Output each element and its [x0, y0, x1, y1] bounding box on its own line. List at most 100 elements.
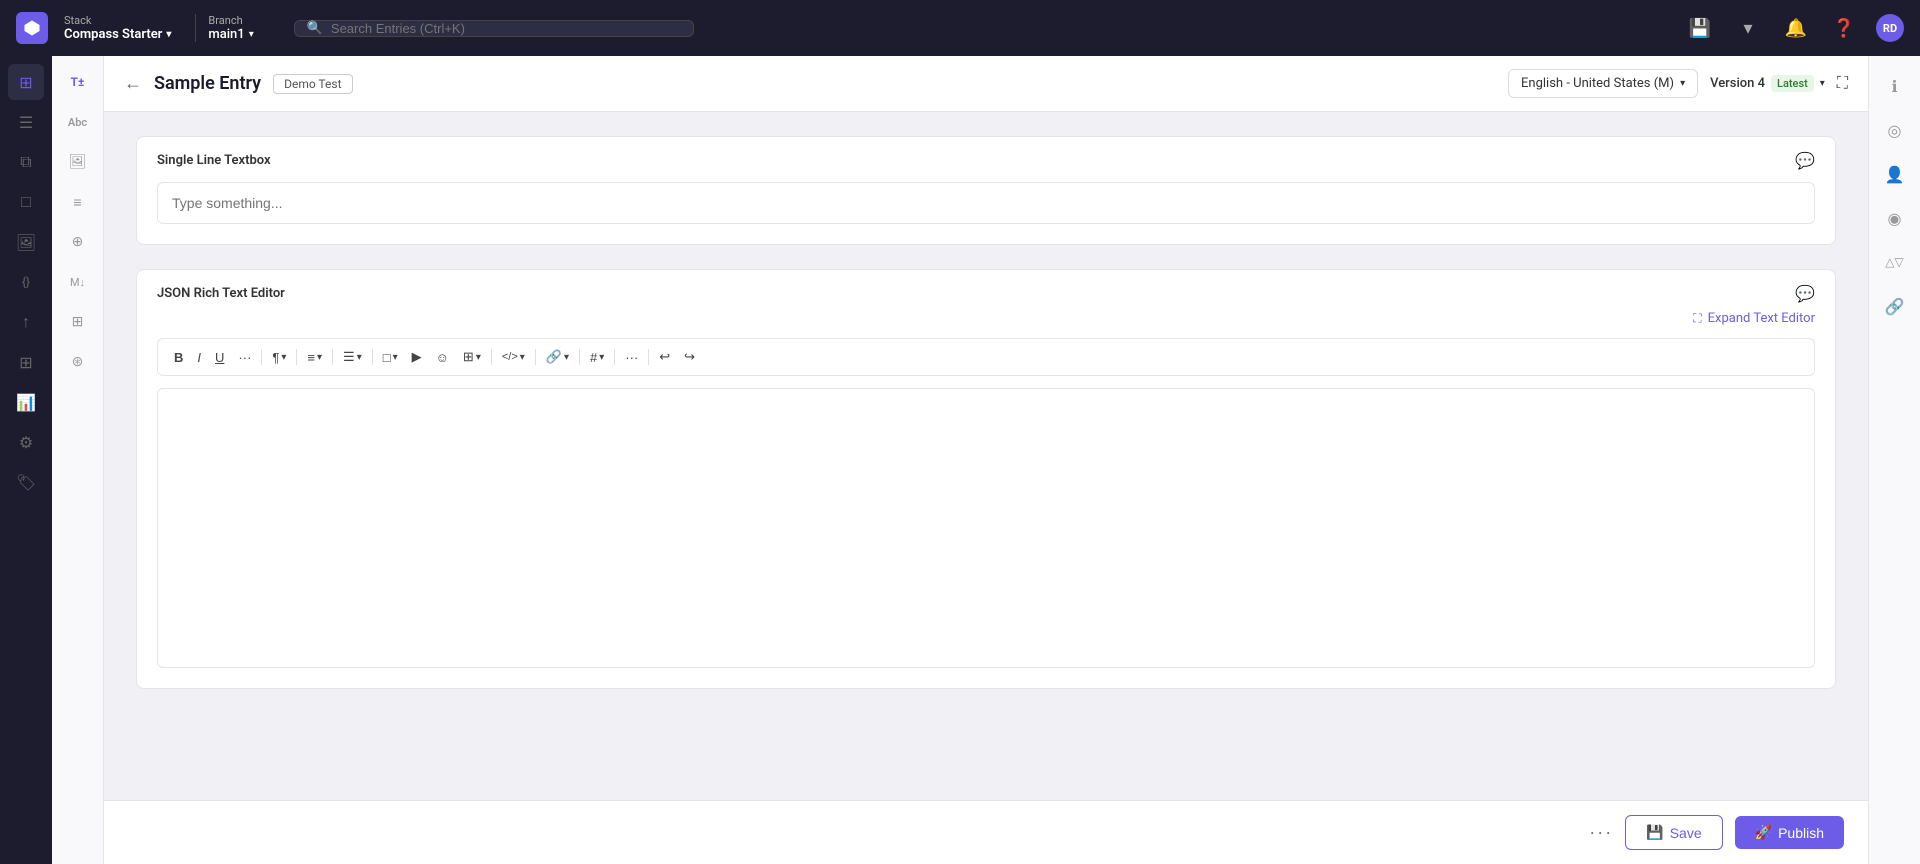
save-icon-btn[interactable]: 💾	[1684, 12, 1716, 44]
content-area: ← Sample Entry Demo Test English - Unite…	[104, 56, 1868, 864]
toolbar-sep8	[614, 349, 615, 365]
toolbar-underline[interactable]: U	[209, 346, 230, 369]
rte-toolbar: B I U ··· ¶ ▾ ≡ ▾ ☰ ▾ □ ▾ ▶ ☺ ⊞ ▾ <	[157, 338, 1815, 376]
entry-title: Sample Entry	[154, 73, 261, 94]
branch-name[interactable]: main1 ▾	[208, 27, 253, 42]
sidebar-item-page[interactable]: □	[8, 184, 44, 220]
second-sidebar-media[interactable]: 🖼	[60, 144, 96, 180]
sidebar-item-list[interactable]: ☰	[8, 104, 44, 140]
back-button[interactable]: ←	[124, 73, 142, 94]
expand-text-editor-button[interactable]: ⛶ Expand Text Editor	[1693, 303, 1835, 326]
toolbar-sep1	[261, 349, 262, 365]
right-panel-info[interactable]: ℹ	[1877, 68, 1913, 104]
save-button[interactable]: 💾 Save	[1625, 815, 1722, 850]
brand-line1: Stack	[64, 14, 171, 27]
right-panel-link[interactable]: 🔗	[1877, 288, 1913, 324]
locale-label: English - United States (M)	[1521, 76, 1674, 91]
branch-info: Branch main1 ▾	[195, 14, 253, 42]
sidebar-item-media[interactable]: 🖼	[8, 224, 44, 260]
toolbar-more2[interactable]: ···	[619, 346, 644, 369]
left-sidebar: ⊞ ☰ ⧉ □ 🖼 {} ↑ ⊞ 📊 ⚙ 🏷	[0, 56, 52, 864]
right-panel-person[interactable]: 👤	[1877, 156, 1913, 192]
second-sidebar-grid[interactable]: ⊞	[60, 304, 96, 340]
sidebar-item-dashboard[interactable]: ⊞	[8, 64, 44, 100]
publish-label: Publish	[1778, 825, 1824, 841]
second-sidebar-markdown[interactable]: M↓	[60, 264, 96, 300]
rte-field-header: JSON Rich Text Editor 💬	[137, 270, 1835, 303]
locale-chevron: ▾	[1680, 78, 1685, 89]
toolbar-code[interactable]: </> ▾	[496, 347, 531, 367]
toolbar-hash[interactable]: # ▾	[584, 346, 610, 369]
toolbar-sep9	[648, 349, 649, 365]
save-label: Save	[1670, 825, 1702, 841]
sidebar-item-settings[interactable]: ⚙	[8, 424, 44, 460]
notification-icon[interactable]: 🔔	[1780, 12, 1812, 44]
toolbar-more1[interactable]: ···	[232, 346, 257, 369]
textbox-field-label: Single Line Textbox	[157, 153, 271, 168]
second-sidebar-location[interactable]: ⊕	[60, 224, 96, 260]
toolbar-file[interactable]: □ ▾	[377, 346, 404, 369]
right-panel-circle[interactable]: ◎	[1877, 112, 1913, 148]
right-panel-compare[interactable]: △▽	[1877, 244, 1913, 280]
help-icon[interactable]: ❓	[1828, 12, 1860, 44]
version-info: Version 4 Latest ▾	[1710, 75, 1825, 92]
second-sidebar-text[interactable]: T±	[60, 64, 96, 100]
branch-chevron: ▾	[249, 29, 254, 40]
sidebar-item-tag[interactable]: 🏷	[8, 464, 44, 500]
toolbar-table[interactable]: ⊞ ▾	[457, 345, 487, 369]
locale-selector[interactable]: English - United States (M) ▾	[1508, 69, 1698, 98]
avatar: RD	[1876, 14, 1904, 42]
version-chevron[interactable]: ▾	[1820, 78, 1825, 89]
right-panel: ℹ ◎ 👤 ◉ △▽ 🔗	[1868, 56, 1920, 864]
entry-header: ← Sample Entry Demo Test English - Unite…	[104, 56, 1868, 112]
nav-right: 💾 ▾ 🔔 ❓ RD	[1684, 12, 1904, 44]
brand-chevron: ▾	[166, 29, 171, 40]
rte-expand-wrap: ⛶ Expand Text Editor	[137, 303, 1835, 326]
chevron-down-btn[interactable]: ▾	[1732, 12, 1764, 44]
toolbar-sep3	[332, 349, 333, 365]
sidebar-item-upload[interactable]: ↑	[8, 304, 44, 340]
right-panel-radio[interactable]: ◉	[1877, 200, 1913, 236]
toolbar-sep7	[579, 349, 580, 365]
fullscreen-button[interactable]: ⛶	[1837, 75, 1848, 93]
toolbar-link[interactable]: 🔗 ▾	[540, 345, 575, 369]
second-sidebar-abc[interactable]: Abc	[60, 104, 96, 140]
sidebar-item-chart[interactable]: 📊	[8, 384, 44, 420]
single-line-input[interactable]	[157, 182, 1815, 224]
textbox-comment-icon[interactable]: 💬	[1795, 151, 1815, 170]
brand-info: Stack Compass Starter ▾	[64, 14, 171, 42]
toolbar-sep2	[296, 349, 297, 365]
toolbar-redo[interactable]: ↪	[678, 345, 701, 369]
second-sidebar-lines[interactable]: ≡	[60, 184, 96, 220]
toolbar-italic[interactable]: I	[191, 346, 207, 369]
expand-label: Expand Text Editor	[1708, 311, 1815, 326]
brand-logo	[16, 12, 48, 44]
toolbar-align[interactable]: ≡ ▾	[301, 346, 328, 369]
search-bar[interactable]: 🔍	[294, 20, 694, 37]
rte-field: JSON Rich Text Editor 💬 ⛶ Expand Text Ed…	[136, 269, 1836, 689]
toolbar-emoji[interactable]: ☺	[430, 346, 455, 369]
brand-name[interactable]: Compass Starter ▾	[64, 27, 171, 42]
toolbar-sep6	[535, 349, 536, 365]
second-sidebar-hierarchy[interactable]: ⊛	[60, 344, 96, 380]
toolbar-list[interactable]: ☰ ▾	[337, 345, 368, 369]
textbox-field-header: Single Line Textbox 💬	[137, 137, 1835, 170]
entry-footer: ··· 💾 Save 🚀 Publish	[104, 800, 1868, 864]
search-input[interactable]	[331, 21, 681, 36]
toolbar-video[interactable]: ▶	[406, 345, 428, 369]
sidebar-item-layers[interactable]: ⧉	[8, 144, 44, 180]
second-sidebar: T± Abc 🖼 ≡ ⊕ M↓ ⊞ ⊛	[52, 56, 104, 864]
textbox-input-wrap	[137, 170, 1835, 244]
rte-comment-icon[interactable]: 💬	[1795, 284, 1815, 303]
sidebar-item-bracket[interactable]: {}	[8, 264, 44, 300]
rte-editor-area[interactable]	[157, 388, 1815, 668]
version-badge: Latest	[1771, 75, 1814, 92]
footer-more-button[interactable]: ···	[1589, 822, 1613, 843]
toolbar-sep5	[491, 349, 492, 365]
toolbar-undo[interactable]: ↩	[653, 345, 676, 369]
toolbar-paragraph[interactable]: ¶ ▾	[266, 346, 292, 369]
top-nav: Stack Compass Starter ▾ Branch main1 ▾ 🔍…	[0, 0, 1920, 56]
sidebar-item-grid[interactable]: ⊞	[8, 344, 44, 380]
toolbar-bold[interactable]: B	[168, 346, 189, 369]
publish-button[interactable]: 🚀 Publish	[1735, 816, 1844, 849]
